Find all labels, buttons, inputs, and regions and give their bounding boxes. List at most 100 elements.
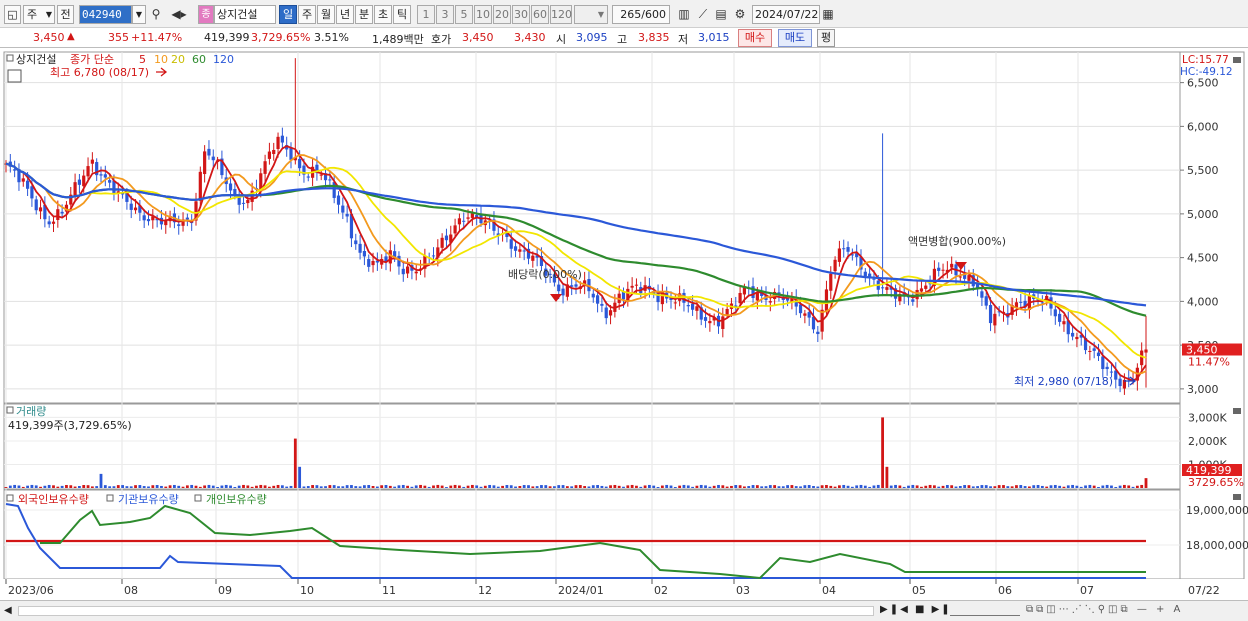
chevron-down-icon[interactable]: ▼ <box>574 5 608 24</box>
period-tab-5[interactable]: 초 <box>374 5 392 24</box>
date-input[interactable]: 2024/07/22 <box>752 5 820 24</box>
chart-menu-icon[interactable]: ◱ <box>4 5 21 24</box>
volume-bar <box>673 486 677 488</box>
market-select[interactable]: 주 ▼ <box>23 5 55 24</box>
candle-body <box>803 313 807 316</box>
volume-bar <box>1036 485 1040 488</box>
volume-bar <box>1140 484 1144 488</box>
nav-icons[interactable]: ▶❚◀ ■ ▶❚ <box>880 604 952 615</box>
x-axis-right-label: 07/22 <box>1188 584 1220 597</box>
candle-body <box>798 304 803 314</box>
candle-body <box>345 213 349 217</box>
stock-name[interactable]: 상지건설 <box>214 5 276 24</box>
volume-bar <box>699 484 703 488</box>
eval-button[interactable]: 평 <box>817 29 835 47</box>
sell-button[interactable]: 매도 <box>778 29 812 47</box>
search-icon[interactable]: ⚲ <box>148 6 164 22</box>
interval-button-5[interactable]: 5 <box>455 5 473 24</box>
volume-bar <box>591 485 595 488</box>
volume-bar <box>388 485 392 488</box>
volume-bar <box>622 486 625 488</box>
period-tab-6[interactable]: 틱 <box>393 5 411 24</box>
volume-bar <box>39 486 42 488</box>
volume-bar <box>1040 485 1044 488</box>
interval-button-120[interactable]: 120 <box>550 5 572 24</box>
candle-body <box>984 296 988 306</box>
candle-body <box>431 255 436 257</box>
candle-body <box>444 235 449 241</box>
volume-bar <box>99 473 103 488</box>
candle-body <box>207 148 211 156</box>
zoom-slider[interactable] <box>950 605 1020 616</box>
volume-bar <box>967 485 971 488</box>
stock-chart[interactable]: 6,5006,0005,5005,0004,5004,0003,5003,000… <box>0 48 1248 621</box>
volume-bar <box>414 485 418 488</box>
interval-button-10[interactable]: 10 <box>474 5 492 24</box>
volume-bar <box>678 485 682 488</box>
candle-body <box>1118 378 1122 387</box>
interval-button-60[interactable]: 60 <box>531 5 549 24</box>
volume-bar <box>812 486 815 488</box>
count-input[interactable]: 265/600 <box>612 5 670 24</box>
gear-icon[interactable]: ⚙ <box>732 6 748 22</box>
chevron-down-icon[interactable]: ▼ <box>132 5 146 24</box>
interval-button-20[interactable]: 20 <box>493 5 511 24</box>
volume-bar <box>1053 484 1057 488</box>
hc-label: HC:-49.12 <box>1180 66 1233 78</box>
sound-icon[interactable]: ◀▸ <box>167 6 191 22</box>
volume-bar <box>397 485 401 488</box>
up-arrow-icon: ▲ <box>67 31 75 42</box>
period-tab-1[interactable]: 주 <box>298 5 316 24</box>
period-tab-3[interactable]: 년 <box>336 5 354 24</box>
candle-body <box>56 209 60 221</box>
volume-bar <box>268 486 271 488</box>
volume-bar <box>915 485 919 488</box>
candle-body <box>595 295 600 304</box>
volume-bar <box>1028 486 1031 488</box>
candle-body <box>25 180 30 189</box>
scrollbar-track[interactable] <box>18 606 874 616</box>
candle-body <box>531 255 535 261</box>
scroll-left-icon[interactable]: ◀ <box>4 605 12 616</box>
volume-bar <box>747 486 751 488</box>
candle-body <box>246 199 250 204</box>
period-tab-0[interactable]: 일 <box>279 5 297 24</box>
x-axis-bg <box>0 579 1248 600</box>
volume-bar <box>440 485 444 488</box>
prev-button[interactable]: 전 <box>57 5 74 24</box>
x-axis-label: 04 <box>822 584 836 597</box>
price-axis-label: 3,000 <box>1187 383 1219 396</box>
save-icon[interactable]: ▤ <box>713 6 729 22</box>
tool-icons[interactable]: ⧉⧉◫⋯⋰⋱⚲◫⧉ — + A <box>1026 604 1183 615</box>
candle-body <box>950 263 954 268</box>
interval-button-30[interactable]: 30 <box>512 5 530 24</box>
candle-type-icon[interactable]: ▥ <box>676 6 692 22</box>
volume-title: 거래량 <box>16 405 46 418</box>
candle-body <box>30 186 34 199</box>
draw-tool-icon[interactable]: ⟋ <box>695 6 711 22</box>
volume-bar <box>743 486 746 488</box>
period-tab-4[interactable]: 분 <box>355 5 373 24</box>
volume-bar <box>730 485 733 488</box>
code-input[interactable]: 042940 <box>79 5 132 24</box>
period-tab-2[interactable]: 월 <box>317 5 335 24</box>
candle-body <box>673 302 677 304</box>
volume-bar <box>78 485 81 488</box>
volume-bar <box>786 485 789 488</box>
interval-button-3[interactable]: 3 <box>436 5 454 24</box>
volume-bar <box>1144 478 1148 488</box>
volume-bar <box>708 486 712 488</box>
x-axis-label: 2024/01 <box>558 584 604 597</box>
volume-bar <box>1032 485 1036 488</box>
volume-bar <box>630 484 634 488</box>
interval-button-1[interactable]: 1 <box>417 5 435 24</box>
high-label: 고 <box>617 33 628 46</box>
bottom-bar: ◀ ▶❚◀ ■ ▶❚ ⧉⧉◫⋯⋰⋱⚲◫⧉ — + A <box>0 600 1248 621</box>
calendar-icon[interactable]: ▦ <box>820 6 836 22</box>
volume-bar <box>4 487 8 488</box>
buy-button[interactable]: 매수 <box>738 29 772 47</box>
volume-bar <box>332 485 336 488</box>
volume-bar <box>635 485 638 488</box>
volume-bar <box>211 485 215 488</box>
volume-bar <box>259 484 263 488</box>
